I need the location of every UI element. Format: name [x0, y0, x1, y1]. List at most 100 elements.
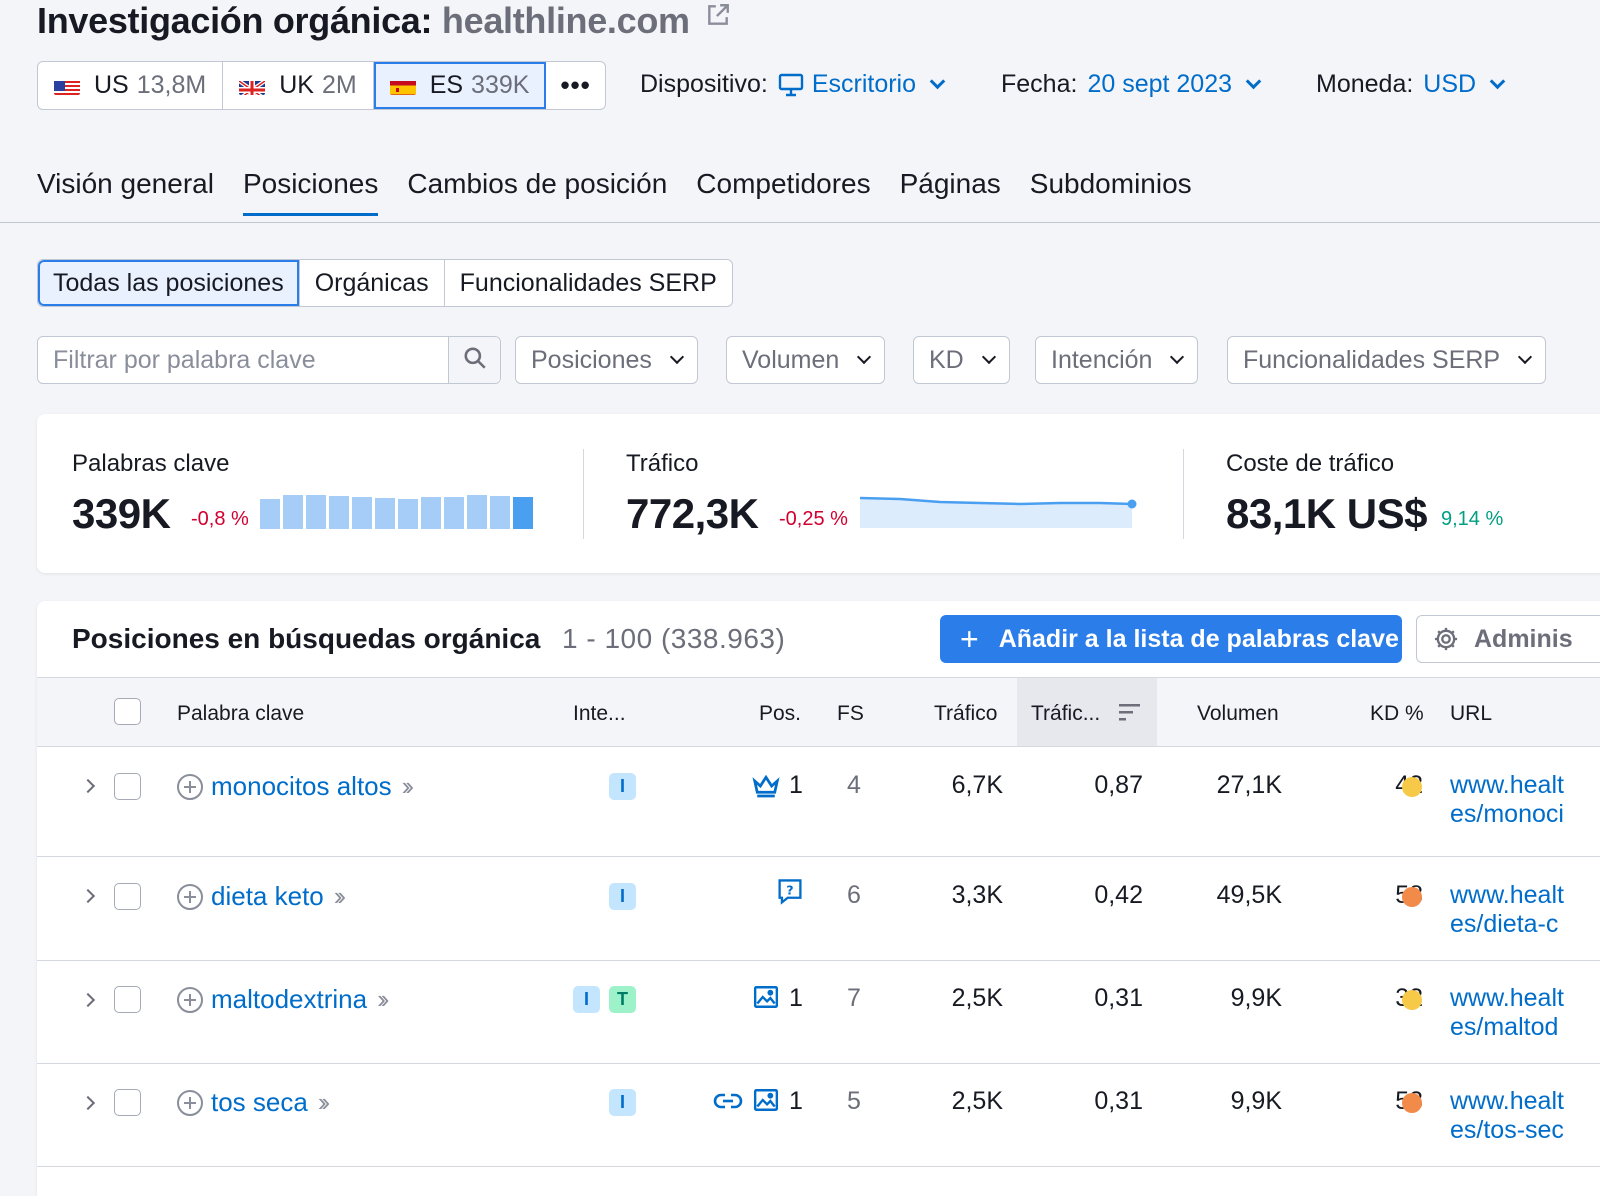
plus-icon: + [960, 621, 979, 657]
row-checkbox[interactable] [114, 986, 141, 1013]
expand-row-icon[interactable] [80, 888, 96, 904]
metric-label: Palabras clave [72, 450, 230, 477]
segment-serp-features[interactable]: Funcionalidades SERP [445, 260, 732, 306]
intent-badge: I [609, 883, 636, 910]
tab-positions[interactable]: Posiciones [242, 168, 379, 216]
double-chevron-icon[interactable]: ›› [402, 771, 415, 802]
currency-filter[interactable]: Moneda: USD [1316, 70, 1506, 99]
metric-label: Coste de tráfico [1226, 450, 1395, 477]
tab-subdomains[interactable]: Subdominios [1030, 168, 1192, 216]
link-icon [713, 1089, 743, 1118]
add-circle-icon[interactable] [177, 773, 203, 800]
manage-columns-button[interactable]: Adminis [1416, 615, 1600, 663]
summary-card: Palabras clave 339K -0,8 % Tráfico 772,3… [37, 414, 1600, 573]
column-fs[interactable]: FS [837, 702, 864, 726]
select-all-checkbox[interactable] [114, 698, 141, 725]
column-keyword[interactable]: Palabra clave [177, 702, 304, 726]
column-traffic[interactable]: Tráfico [934, 702, 997, 726]
date-label: Fecha: [1001, 70, 1078, 98]
search-icon [462, 345, 488, 376]
url-line: es/monoci [1450, 800, 1564, 828]
kd-dot-icon [1402, 990, 1422, 1010]
expand-row-icon[interactable] [80, 778, 96, 794]
expand-row-icon[interactable] [80, 1095, 96, 1111]
add-circle-icon[interactable] [177, 986, 203, 1013]
add-to-keyword-list-button[interactable]: + Añadir a la lista de palabras clave [940, 615, 1402, 663]
column-kd[interactable]: KD % [1370, 702, 1424, 726]
add-circle-icon[interactable] [177, 1089, 203, 1116]
tab-pages[interactable]: Páginas [900, 168, 1001, 216]
double-chevron-icon[interactable]: ›› [334, 881, 347, 912]
column-url[interactable]: URL [1450, 702, 1492, 726]
row-checkbox[interactable] [114, 773, 141, 800]
keyword-link[interactable]: monocitos altos [211, 771, 392, 802]
url-line: www.healt [1450, 881, 1564, 909]
table-row: dieta keto ›› I ? 6 3,3K 0,42 49,5K 58 w… [37, 857, 1600, 961]
metric-label: Tráfico [626, 450, 699, 477]
url-link[interactable]: www.healt es/dieta-c [1450, 881, 1564, 939]
dropdown-label: Posiciones [531, 345, 652, 374]
tab-competitors[interactable]: Competidores [696, 168, 870, 216]
column-traffic-percent[interactable]: Tráfic... [1031, 702, 1100, 726]
serp-features-dropdown[interactable]: Funcionalidades SERP [1227, 336, 1547, 384]
search-button[interactable] [448, 337, 500, 383]
dropdown-label: Funcionalidades SERP [1243, 345, 1501, 374]
tab-position-changes[interactable]: Cambios de posición [407, 168, 667, 216]
tabs-divider [0, 222, 1600, 223]
column-intent[interactable]: Inte... [573, 702, 626, 726]
keyword-link[interactable]: maltodextrina [211, 984, 367, 1015]
keyword-search-input[interactable] [38, 337, 448, 383]
column-volume[interactable]: Volumen [1197, 702, 1279, 726]
metric-value[interactable]: 772,3K [626, 490, 759, 538]
segment-all-positions[interactable]: Todas las posiciones [38, 260, 300, 306]
metric-value[interactable]: 339K [72, 490, 171, 538]
intent-dropdown[interactable]: Intención [1035, 336, 1199, 384]
url-line: es/dieta-c [1450, 910, 1559, 938]
external-link-icon[interactable] [705, 0, 731, 37]
traffic-metric: Tráfico 772,3K -0,25 % [626, 450, 1137, 537]
fs-value: 6 [847, 881, 861, 909]
column-position[interactable]: Pos. [759, 702, 801, 726]
url-link[interactable]: www.healt es/tos-sec [1450, 1087, 1564, 1145]
expand-row-icon[interactable] [80, 992, 96, 1008]
db-us[interactable]: US 13,8M [38, 62, 224, 109]
double-chevron-icon[interactable]: ›› [377, 984, 390, 1015]
volume-dropdown[interactable]: Volumen [726, 336, 886, 384]
metric-divider [583, 449, 584, 539]
db-value: 2M [321, 71, 357, 99]
sort-desc-icon[interactable] [1119, 702, 1141, 727]
device-filter[interactable]: Dispositivo: Escritorio [640, 70, 946, 99]
row-checkbox[interactable] [114, 883, 141, 910]
url-link[interactable]: www.healt es/monoci [1450, 771, 1564, 829]
intent-badge: I [609, 773, 636, 800]
db-uk[interactable]: UK 2M [223, 62, 374, 109]
table-header: Palabra clave Inte... Pos. FS Tráfico Tr… [37, 677, 1600, 747]
traffic-percent-value: 0,31 [1094, 1087, 1143, 1115]
keyword-link[interactable]: dieta keto [211, 881, 324, 912]
volume-value: 49,5K [1216, 881, 1282, 909]
tab-overview[interactable]: Visión general [37, 168, 214, 216]
keyword-link[interactable]: tos seca [211, 1087, 308, 1118]
kd-dropdown[interactable]: KD [913, 336, 1010, 384]
date-filter[interactable]: Fecha: 20 sept 2023 [1001, 70, 1262, 99]
add-circle-icon[interactable] [177, 883, 203, 910]
dropdown-label: Volumen [742, 345, 840, 374]
url-line: es/maltod [1450, 1013, 1559, 1041]
metric-value[interactable]: 83,1K US$ [1226, 490, 1427, 538]
svg-text:?: ? [786, 882, 793, 897]
double-chevron-icon[interactable]: ›› [318, 1087, 331, 1118]
traffic-value: 3,3K [951, 881, 1003, 909]
url-line: www.healt [1450, 984, 1564, 1012]
url-link[interactable]: www.healt es/maltod [1450, 984, 1564, 1042]
positions-dropdown[interactable]: Posiciones [515, 336, 698, 384]
more-databases-button[interactable]: ••• [546, 62, 604, 109]
organic-positions-table: Posiciones en búsquedas orgánica 1 - 100… [37, 601, 1600, 1196]
position-value: 1 [789, 771, 803, 799]
row-checkbox[interactable] [114, 1089, 141, 1116]
db-es[interactable]: ES 339K [373, 62, 547, 109]
segment-organic[interactable]: Orgánicas [300, 260, 445, 306]
kd-dot-icon [1402, 1093, 1422, 1113]
desktop-icon [778, 73, 804, 97]
metric-divider [1183, 449, 1184, 539]
chevron-down-icon [669, 349, 684, 365]
